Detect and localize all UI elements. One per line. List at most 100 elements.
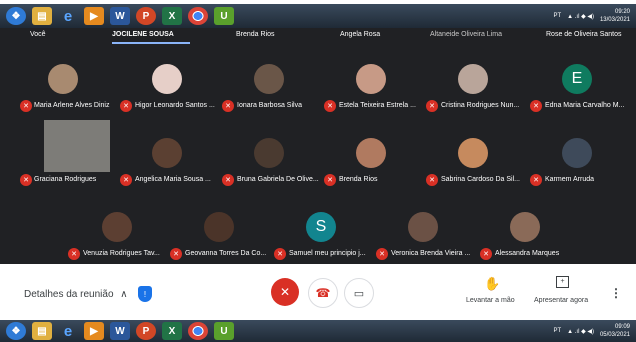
- clock-date: 05/03/2021: [599, 332, 630, 338]
- meeting-grid: Você JOCILENE SOUSA Brenda Rios Angela R…: [0, 28, 636, 264]
- participant-name: Você: [30, 31, 46, 38]
- participant-avatar: [204, 212, 234, 242]
- participant-avatar: [254, 138, 284, 168]
- chrome-icon[interactable]: [188, 7, 208, 25]
- media-player-icon[interactable]: ▶: [84, 7, 104, 25]
- participant-video: [44, 120, 110, 172]
- participant-name: Samuel meu principio j...: [289, 250, 366, 257]
- mic-off-icon: ✕: [222, 174, 234, 186]
- mic-off-icon: ✕: [68, 248, 80, 260]
- participant-name: Veronica Brenda Vieira ...: [391, 250, 471, 257]
- mic-off-icon: ✕: [170, 248, 182, 260]
- file-explorer-icon[interactable]: ▤: [32, 7, 52, 25]
- mic-off-icon: ✕: [324, 174, 336, 186]
- app-u-icon[interactable]: U: [214, 7, 234, 25]
- word-icon[interactable]: W: [110, 322, 130, 340]
- participant-name: Angela Rosa: [340, 31, 381, 38]
- mic-off-icon: ✕: [222, 100, 234, 112]
- clock[interactable]: 09:20 13/03/2021: [600, 8, 630, 24]
- mic-off-icon: ✕: [20, 100, 32, 112]
- mic-off-icon: ✕: [20, 174, 32, 186]
- participant-name: Altaneide Oliveira Lima: [430, 31, 502, 38]
- taskbar-top: ❖ ▤ e ▶ W P X U PT ▲ .ıl ◆ ◀) 09:20 13/0…: [0, 4, 636, 28]
- participant-avatar-letter: S: [306, 212, 336, 242]
- powerpoint-icon[interactable]: P: [136, 7, 156, 25]
- mic-off-icon: ✕: [480, 248, 492, 260]
- word-icon[interactable]: W: [110, 7, 130, 25]
- mic-off-icon: ✕: [530, 174, 542, 186]
- raise-hand-label: Levantar a mão: [466, 297, 515, 304]
- participant-name: Brenda Rios: [236, 31, 275, 38]
- app-u-icon[interactable]: U: [214, 322, 234, 340]
- network-icon[interactable]: ▲ .ıl ◆ ◀): [567, 13, 594, 20]
- participant-name: Maria Arlene Alves Diniz: [34, 102, 110, 109]
- language-indicator[interactable]: PT: [553, 328, 561, 334]
- meeting-details-button[interactable]: Detalhes da reunião ∧: [24, 289, 128, 300]
- raise-hand-button[interactable]: ✋ Levantar a mão: [466, 276, 516, 316]
- internet-explorer-icon[interactable]: e: [58, 322, 78, 340]
- media-player-icon[interactable]: ▶: [84, 322, 104, 340]
- participant-avatar: [254, 64, 284, 94]
- taskbar-bottom: ❖ ▤ e ▶ W P X U PT ▲ .ıl ◆ ◀) 09:09 05/0…: [0, 320, 636, 342]
- more-options-icon[interactable]: ⋮: [610, 286, 622, 300]
- microphone-toggle-button[interactable]: ✕: [271, 278, 299, 306]
- file-explorer-icon[interactable]: ▤: [32, 322, 52, 340]
- mic-off-icon: ✕: [274, 248, 286, 260]
- phone-hangup-icon: ☎: [315, 286, 331, 300]
- participant-name: Venuzia Rodrigues Tav...: [83, 250, 160, 257]
- participant-name: Cristina Rodrigues Nun...: [441, 102, 520, 109]
- participant-avatar: [458, 64, 488, 94]
- powerpoint-icon[interactable]: P: [136, 322, 156, 340]
- present-now-button[interactable]: + Apresentar agora: [534, 276, 594, 316]
- leave-call-button[interactable]: ☎: [308, 278, 338, 308]
- start-orb-icon[interactable]: ❖: [6, 7, 26, 25]
- start-orb-icon[interactable]: ❖: [6, 322, 26, 340]
- participant-name: Bruna Gabriela De Olive...: [237, 176, 319, 183]
- clock-time: 09:09: [614, 324, 630, 330]
- excel-icon[interactable]: X: [162, 7, 182, 25]
- participant-name: Rose de Oliveira Santos: [546, 31, 622, 38]
- meeting-details-label: Detalhes da reunião: [24, 289, 114, 300]
- chevron-up-icon: ∧: [120, 289, 128, 300]
- mic-off-icon: ✕: [120, 174, 132, 186]
- participant-avatar: [458, 138, 488, 168]
- mic-off-icon: ✕: [426, 174, 438, 186]
- participant-name: Ionara Barbosa Silva: [237, 102, 302, 109]
- participant-name: Higor Leonardo Santos ...: [135, 102, 215, 109]
- system-tray: PT ▲ .ıl ◆ ◀) 09:09 05/03/2021: [553, 320, 630, 342]
- language-indicator[interactable]: PT: [553, 13, 561, 19]
- participant-avatar: [152, 138, 182, 168]
- mic-off-icon: ✕: [376, 248, 388, 260]
- participant-name: Estela Teixeira Estrela ...: [339, 102, 416, 109]
- participant-name: Alessandra Marques: [495, 250, 560, 257]
- participant-name: Angelica Maria Sousa ...: [135, 176, 211, 183]
- camera-icon: ▭: [353, 287, 365, 300]
- participant-avatar-letter: E: [562, 64, 592, 94]
- active-speaker-indicator: [112, 42, 190, 44]
- participant-avatar: [48, 64, 78, 94]
- participant-avatar: [408, 212, 438, 242]
- internet-explorer-icon[interactable]: e: [58, 7, 78, 25]
- system-tray: PT ▲ .ıl ◆ ◀) 09:20 13/03/2021: [553, 4, 630, 28]
- participant-name: Karmem Arruda: [545, 176, 595, 183]
- network-icon[interactable]: ▲ .ıl ◆ ◀): [567, 328, 594, 335]
- excel-icon[interactable]: X: [162, 322, 182, 340]
- participant-avatar: [356, 138, 386, 168]
- camera-toggle-button[interactable]: ▭: [344, 278, 374, 308]
- mic-off-icon: ✕: [426, 100, 438, 112]
- participant-avatar: [152, 64, 182, 94]
- participant-name: Sabrina Cardoso Da Sil...: [441, 176, 520, 183]
- participant-avatar: [510, 212, 540, 242]
- clock[interactable]: 09:09 05/03/2021: [600, 323, 630, 339]
- present-now-label: Apresentar agora: [534, 297, 589, 304]
- clock-time: 09:20: [614, 9, 630, 15]
- shield-icon[interactable]: !: [138, 286, 152, 302]
- participant-name: Edna Maria Carvalho M...: [545, 102, 625, 109]
- participant-name: JOCILENE SOUSA: [112, 31, 174, 38]
- mic-off-icon: ✕: [279, 285, 291, 299]
- participant-name: Graciana Rodrigues: [34, 176, 97, 183]
- chrome-icon[interactable]: [188, 322, 208, 340]
- participant-name: Brenda Rios: [339, 176, 378, 183]
- participant-avatar: [356, 64, 386, 94]
- mic-off-icon: ✕: [120, 100, 132, 112]
